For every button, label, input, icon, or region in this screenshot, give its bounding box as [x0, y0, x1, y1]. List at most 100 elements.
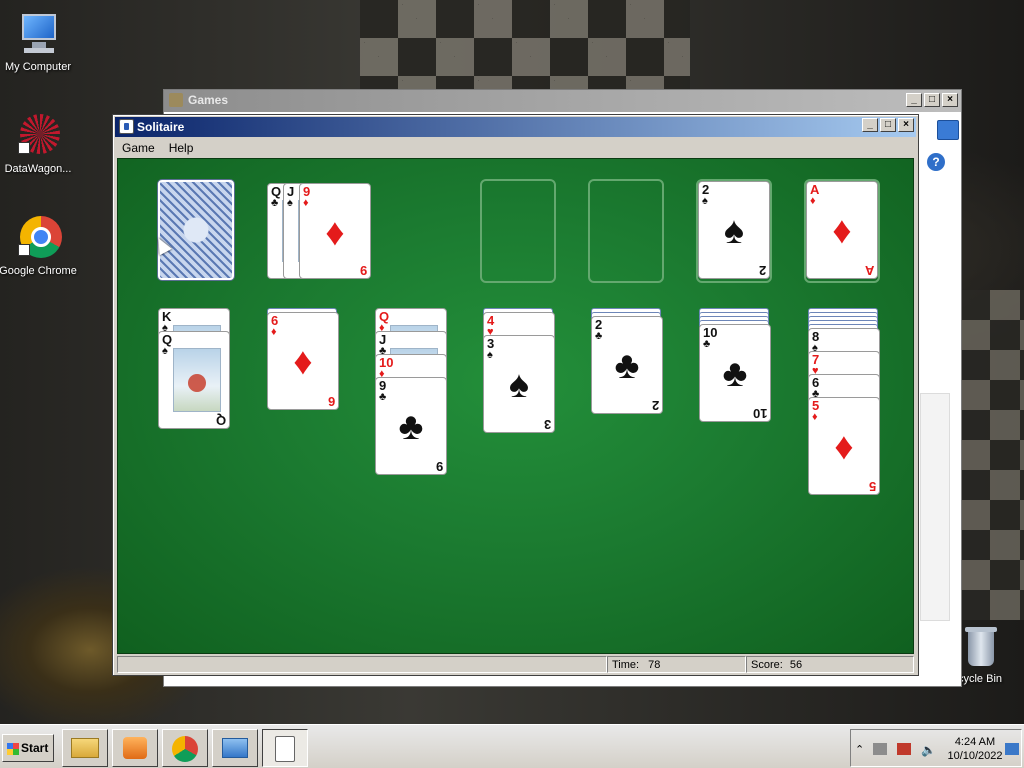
desktop-icon-label: DataWagon...	[4, 163, 72, 175]
status-bar: Time: 78 Score: 56	[117, 656, 914, 674]
volume-icon[interactable]: 🔈	[921, 743, 936, 757]
card-suit: ♠	[287, 197, 293, 209]
desktop-icon-datawagon[interactable]: DataWagon...	[0, 112, 78, 175]
time-value: 78	[648, 659, 661, 671]
card-center-pip: ♦	[832, 210, 852, 252]
score-display: Score: 56	[746, 656, 914, 673]
network-icon[interactable]	[873, 743, 887, 755]
system-tray: ⌃ 🔈 4:24 AM 10/10/2022	[850, 729, 1022, 767]
waste-card[interactable]: 9 ♦ 9 ♦	[299, 183, 371, 279]
status-message	[117, 656, 607, 673]
card-suit: ♠	[702, 195, 708, 207]
control-panel-icon	[222, 738, 248, 758]
tableau-card[interactable]: 9 ♣ 9 ♣	[375, 377, 447, 475]
computer-icon	[14, 10, 62, 58]
menu-help[interactable]: Help	[162, 139, 201, 157]
card-suit: ♦	[271, 326, 277, 338]
solitaire-maximize-button[interactable]: □	[880, 118, 896, 132]
foundation-slot-1[interactable]	[480, 179, 556, 283]
card-center-pip: ♠	[508, 364, 530, 406]
tableau-card[interactable]: 5 ♦ 5 ♦	[808, 397, 880, 495]
solitaire-close-button[interactable]: ×	[898, 118, 914, 132]
card-center-pip: ♣	[398, 406, 424, 448]
tableau-card[interactable]: 3 ♠ 3 ♠	[483, 335, 555, 433]
card-suit: ♦	[810, 195, 816, 207]
game-table[interactable]: Q♣QJ♠J9♦9♦ 2♠2♠A♦A♦ K♠KQ♠Q6♦6♦Q♦QJ♣J10♦1…	[117, 158, 914, 654]
games-app-icon	[169, 93, 183, 107]
games-minimize-button[interactable]: _	[906, 93, 922, 107]
taskbar-explorer-button[interactable]	[62, 729, 108, 767]
solitaire-menubar: Game Help	[115, 139, 916, 157]
foundation-card[interactable]: 2 ♠ 2 ♠	[698, 181, 770, 279]
taskbar-control-panel-button[interactable]	[212, 729, 258, 767]
time-display: Time: 78	[607, 656, 746, 673]
stock-pile[interactable]	[158, 180, 234, 280]
card-rank-bottom: 6	[327, 394, 335, 409]
search-icon[interactable]	[937, 120, 959, 140]
solitaire-window[interactable]: Solitaire _ □ × Game Help Q♣QJ♠J9♦9♦ 2♠2…	[112, 114, 919, 676]
solitaire-title-bar[interactable]: Solitaire _ □ ×	[115, 117, 916, 137]
games-title-bar[interactable]: Games _ □ ×	[164, 90, 961, 112]
card-rank-bottom: A	[864, 263, 874, 278]
games-maximize-button[interactable]: □	[924, 93, 940, 107]
taskbar-chrome-button[interactable]	[162, 729, 208, 767]
wallpaper-checker-pattern-right	[960, 290, 1024, 620]
wallpaper-checker-pattern	[360, 0, 690, 92]
card-rank-bottom: 9	[435, 459, 443, 474]
card-center-pip: ♣	[722, 353, 748, 395]
desktop-icon-label: Google Chrome	[0, 265, 77, 277]
card-suit: ♣	[595, 330, 603, 342]
card-rank-bottom: 2	[651, 398, 659, 413]
card-center-pip: ♦	[325, 212, 345, 254]
taskbar-solitaire-button[interactable]	[262, 729, 308, 767]
clock-time: 4:24 AM	[954, 736, 996, 748]
help-icon[interactable]: ?	[927, 153, 945, 171]
tableau-card[interactable]: Q ♠ Q	[158, 331, 230, 429]
face-card-art	[173, 348, 221, 412]
datawagon-icon	[14, 112, 62, 160]
solitaire-app-icon	[119, 119, 134, 134]
card-rank-bottom: Q	[215, 413, 226, 428]
tableau-card[interactable]: 2 ♣ 2 ♣	[591, 316, 663, 414]
card-rank-bottom: 9	[359, 263, 367, 278]
solitaire-minimize-button[interactable]: _	[862, 118, 878, 132]
score-label: Score:	[751, 659, 783, 671]
tableau-card[interactable]: 10 ♣ 10 ♣	[699, 324, 771, 422]
card-center-pip: ♦	[293, 341, 313, 383]
explorer-icon	[71, 738, 99, 758]
menu-game[interactable]: Game	[115, 139, 162, 157]
card-rank-bottom: 3	[543, 417, 551, 432]
media-player-icon	[123, 737, 147, 759]
tray-clock[interactable]: 4:24 AM 10/10/2022	[947, 735, 1003, 763]
card-suit: ♣	[703, 338, 711, 350]
games-details-panel	[920, 393, 950, 621]
tableau-card[interactable]: 6 ♦ 6 ♦	[267, 312, 339, 410]
games-window-title: Games	[188, 93, 229, 107]
start-button[interactable]: Start	[2, 734, 54, 762]
foundation-slot-2[interactable]	[588, 179, 664, 283]
card-center-pip: ♦	[834, 426, 854, 468]
card-suit: ♣	[271, 197, 279, 209]
security-alert-icon[interactable]	[897, 743, 911, 755]
windows-logo-icon	[7, 743, 19, 755]
foundation-card[interactable]: A ♦ A ♦	[806, 181, 878, 279]
taskbar-media-player-button[interactable]	[112, 729, 158, 767]
desktop-icon-my-computer[interactable]: My Computer	[0, 10, 78, 73]
taskbar: Start ⌃ 🔈 4:24 AM 10/10/2022	[0, 724, 1024, 768]
show-hidden-icons-icon[interactable]: ⌃	[855, 743, 869, 756]
card-suit: ♠	[487, 349, 493, 361]
card-suit: ♦	[303, 197, 309, 209]
clock-date: 10/10/2022	[947, 750, 1003, 762]
chrome-icon	[172, 736, 198, 762]
games-close-button[interactable]: ×	[942, 93, 958, 107]
card-center-pip: ♣	[614, 345, 640, 387]
card-suit: ♦	[812, 411, 818, 423]
recycle-bin-icon	[962, 626, 998, 670]
show-desktop-icon[interactable]	[1005, 743, 1019, 755]
card-center-pip: ♠	[723, 210, 745, 252]
desktop-icon-google-chrome[interactable]: Google Chrome	[0, 214, 78, 277]
start-label: Start	[21, 741, 49, 755]
solitaire-icon	[275, 736, 295, 762]
card-rank-bottom: 10	[752, 406, 767, 421]
solitaire-window-title: Solitaire	[137, 120, 185, 134]
